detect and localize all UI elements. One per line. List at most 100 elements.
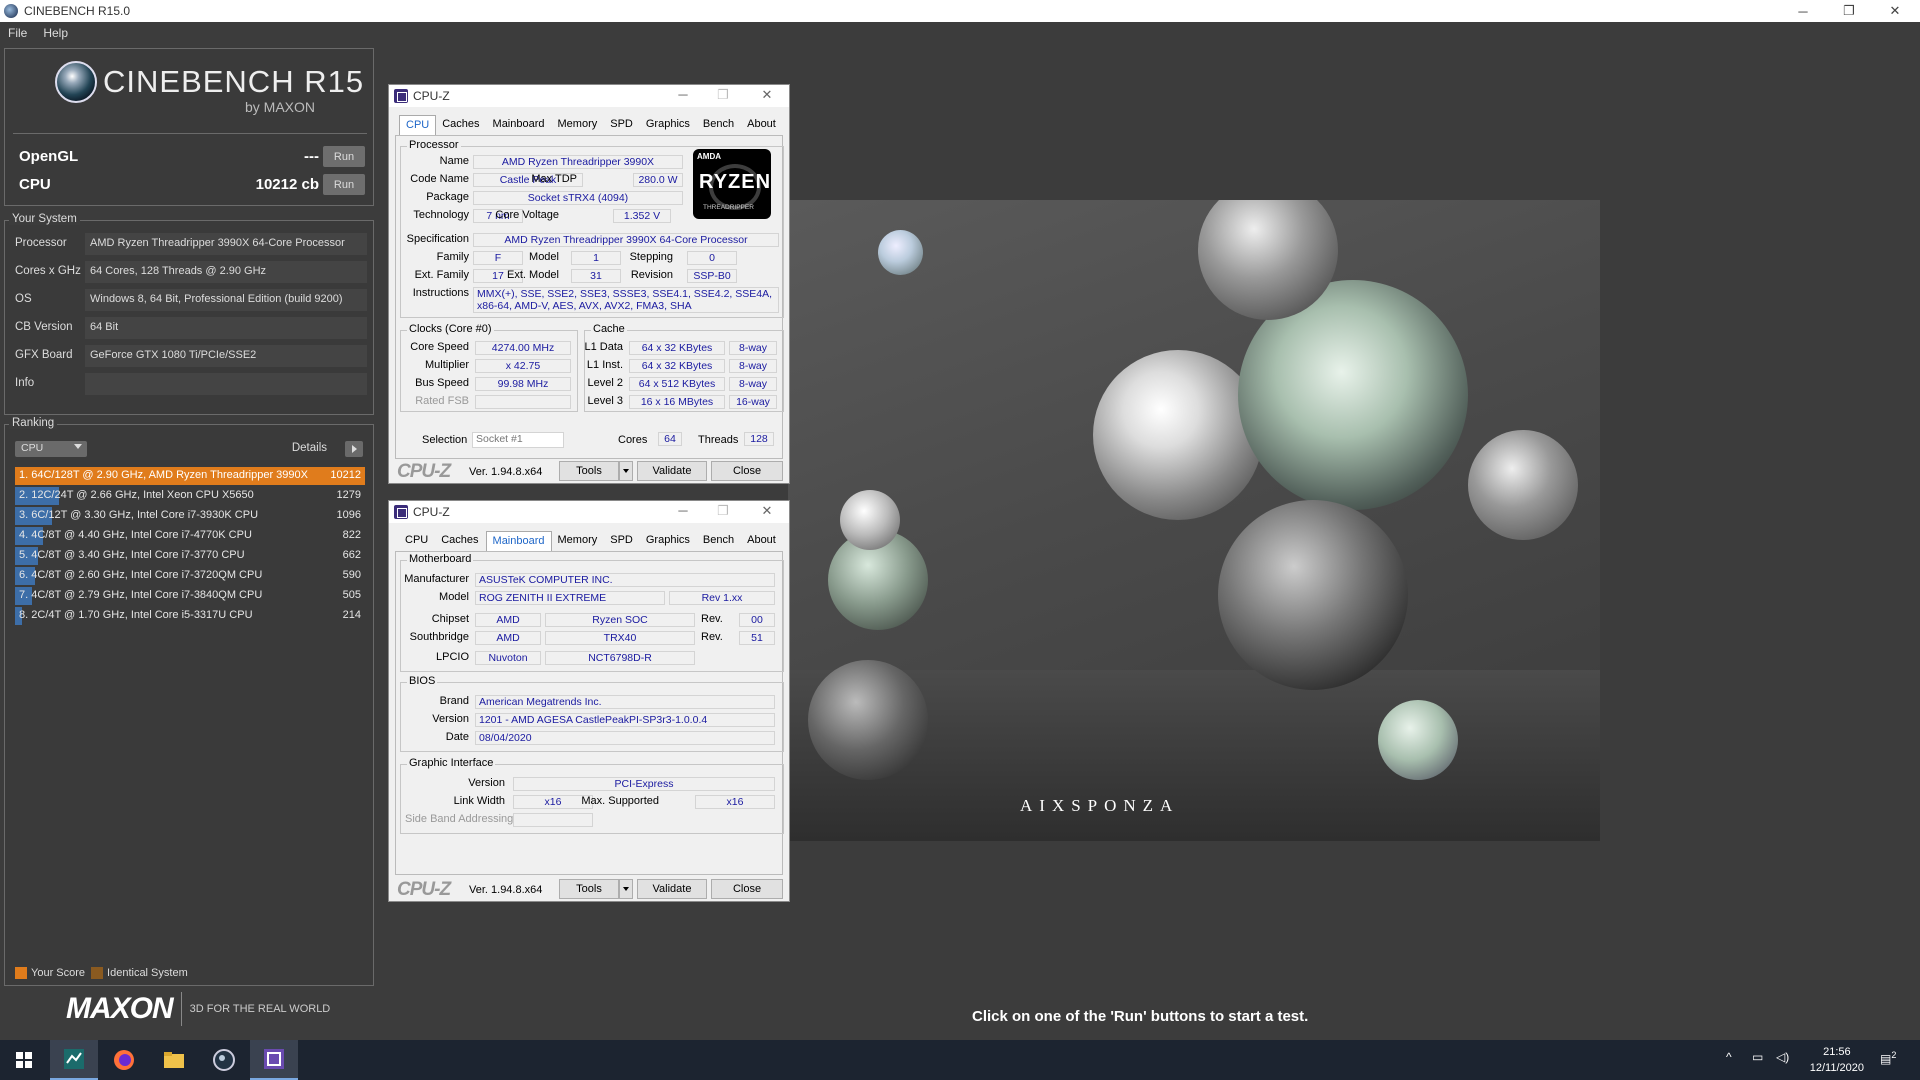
graphic-interface-group-title: Graphic Interface (407, 757, 496, 769)
details-label: Details (291, 442, 327, 454)
system-key: Info (15, 377, 35, 389)
info-input[interactable] (85, 373, 367, 395)
tab-memory[interactable]: Memory (552, 531, 605, 551)
tools-button[interactable]: Tools (559, 461, 619, 481)
cpuz-footer: CPU-Z Ver. 1.94.8.x64 Tools Validate Clo… (389, 459, 789, 483)
motherboard-group: Motherboard Manufacturer ASUSTeK COMPUTE… (400, 553, 784, 672)
tools-button[interactable]: Tools (559, 879, 619, 899)
minimize-button[interactable]: ─ (1780, 0, 1826, 22)
max-supported-label: Max. Supported (581, 795, 659, 807)
chevron-up-icon[interactable]: ^ (1726, 1050, 1732, 1064)
notification-center-icon[interactable]: ▤2 (1880, 1050, 1896, 1066)
close-button[interactable]: ✕ (757, 87, 777, 105)
package-value: Socket sTRX4 (4094) (473, 191, 683, 205)
tab-mainboard[interactable]: Mainboard (485, 531, 552, 551)
menu-bar: File Help (0, 22, 1920, 44)
tab-caches[interactable]: Caches (436, 115, 486, 135)
opengl-label: OpenGL (19, 148, 79, 165)
threads-value: 128 (744, 432, 774, 446)
validate-button[interactable]: Validate (637, 461, 707, 481)
hwinfo-icon (64, 1049, 84, 1069)
taskbar-firefox[interactable] (100, 1040, 148, 1080)
taskbar-cpuz[interactable] (250, 1040, 298, 1080)
start-button[interactable] (0, 1040, 48, 1080)
ranking-score: 10212 (330, 469, 361, 481)
ranking-row[interactable]: 4. 4C/8T @ 4.40 GHz, Intel Core i7-4770K… (15, 527, 365, 545)
ranking-panel: Ranking CPU Details 1. 64C/128T @ 2.90 G… (4, 417, 374, 986)
bios-date-value: 08/04/2020 (475, 731, 775, 745)
network-icon[interactable]: ▭ (1752, 1050, 1763, 1064)
ryzen-text: RYZEN (699, 171, 772, 193)
system-row-processor: Processor AMD Ryzen Threadripper 3990X 64… (11, 233, 367, 255)
cache-size: 64 x 32 KBytes (629, 341, 725, 355)
southbridge-rev-value: 51 (739, 631, 775, 645)
opengl-test-row: OpenGL --- Run (13, 145, 367, 169)
socket-select[interactable]: Socket #1 (472, 432, 564, 448)
cache-way: 16-way (729, 395, 777, 409)
ranking-score: 214 (342, 609, 361, 621)
taskbar-explorer[interactable] (150, 1040, 198, 1080)
tab-memory[interactable]: Memory (552, 115, 605, 135)
menu-help[interactable]: Help (43, 26, 68, 40)
bios-group: BIOS Brand American Megatrends Inc. Vers… (400, 675, 784, 752)
ranking-row[interactable]: 6. 4C/8T @ 2.60 GHz, Intel Core i7-3720Q… (15, 567, 365, 585)
tab-caches[interactable]: Caches (435, 531, 485, 551)
tab-cpu[interactable]: CPU (399, 531, 435, 551)
ranking-row[interactable]: 2. 12C/24T @ 2.66 GHz, Intel Xeon CPU X5… (15, 487, 365, 505)
ranking-legend: Your Score Identical System (15, 967, 188, 979)
maximize-button[interactable]: ❐ (1826, 0, 1872, 22)
ranking-row[interactable]: 1. 64C/128T @ 2.90 GHz, AMD Ryzen Thread… (15, 467, 365, 485)
tab-bench[interactable]: Bench (697, 531, 741, 551)
ranking-row[interactable]: 5. 4C/8T @ 3.40 GHz, Intel Core i7-3770 … (15, 547, 365, 565)
southbridge-rev-label: Rev. (701, 631, 723, 643)
tools-dropdown-button[interactable] (619, 879, 633, 899)
tab-graphics[interactable]: Graphics (640, 531, 697, 551)
tab-cpu[interactable]: CPU (399, 115, 437, 135)
system-row-cbversion: CB Version 64 Bit (11, 317, 367, 339)
ranking-category-select[interactable]: CPU (15, 441, 87, 457)
cpu-run-button[interactable]: Run (323, 174, 365, 195)
cpuz-title: CPU-Z (413, 89, 450, 103)
aixsponza-watermark: AIXSPONZA (1020, 796, 1180, 815)
tab-about[interactable]: About (741, 531, 783, 551)
close-button[interactable]: Close (711, 879, 783, 899)
bios-version-value: 1201 - AMD AGESA CastlePeakPI-SP3r3-1.0.… (475, 713, 775, 727)
tab-mainboard[interactable]: Mainboard (487, 115, 552, 135)
ranking-row[interactable]: 7. 4C/8T @ 2.79 GHz, Intel Core i7-3840Q… (15, 587, 365, 605)
render-sphere (1468, 430, 1578, 540)
model-revision-value: Rev 1.xx (669, 591, 775, 605)
volume-icon[interactable]: ◁) (1776, 1050, 1789, 1064)
close-button[interactable]: ✕ (1872, 0, 1918, 22)
tools-dropdown-button[interactable] (619, 461, 633, 481)
minimize-button[interactable]: ─ (673, 87, 693, 105)
tab-spd[interactable]: SPD (604, 531, 640, 551)
taskbar-hwinfo[interactable] (50, 1040, 98, 1080)
link-width-label: Link Width (453, 795, 505, 807)
render-sphere (1093, 350, 1263, 520)
menu-file[interactable]: File (8, 26, 27, 40)
ranking-row[interactable]: 8. 2C/4T @ 1.70 GHz, Intel Core i5-3317U… (15, 607, 365, 625)
system-key: Cores x GHz (15, 265, 81, 277)
ranking-label: 6. 4C/8T @ 2.60 GHz, Intel Core i7-3720Q… (19, 569, 263, 581)
ext-model-value: 31 (571, 269, 621, 283)
details-arrow-button[interactable] (345, 441, 363, 457)
tab-graphics[interactable]: Graphics (640, 115, 697, 135)
revision-value: SSP-B0 (687, 269, 737, 283)
southbridge-value: TRX40 (545, 631, 695, 645)
ranking-row[interactable]: 3. 6C/12T @ 3.30 GHz, Intel Core i7-3930… (15, 507, 365, 525)
taskbar-clock[interactable]: 21:56 12/11/2020 (1810, 1044, 1864, 1076)
validate-button[interactable]: Validate (637, 879, 707, 899)
close-button[interactable]: Close (711, 461, 783, 481)
minimize-button[interactable]: ─ (673, 503, 693, 521)
opengl-run-button[interactable]: Run (323, 146, 365, 167)
cpuz-app-icon (394, 505, 408, 519)
taskbar-cinebench[interactable] (200, 1040, 248, 1080)
bus-speed-label: Bus Speed (415, 377, 469, 389)
close-button[interactable]: ✕ (757, 503, 777, 521)
technology-label: Technology (413, 209, 469, 221)
tab-about[interactable]: About (741, 115, 783, 135)
tab-spd[interactable]: SPD (604, 115, 640, 135)
cpuz-app-icon (394, 89, 408, 103)
tab-bench[interactable]: Bench (697, 115, 741, 135)
cpuz-cpu-window: CPU-Z ─ ❐ ✕ CPU Caches Mainboard Memory … (388, 84, 790, 484)
